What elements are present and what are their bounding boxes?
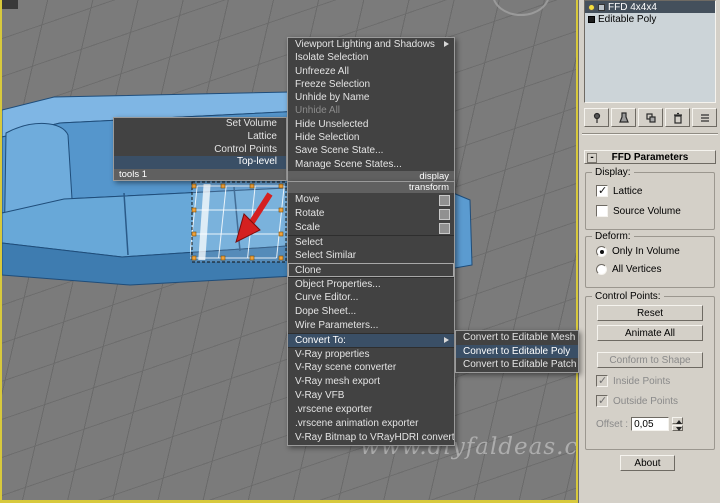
quad-menu-tools: Set Volume Lattice Control Points Top-level… bbox=[113, 117, 287, 181]
rollout-title: FFD Parameters bbox=[611, 152, 689, 163]
menu-item[interactable]: Select Similar bbox=[288, 249, 454, 263]
offset-input[interactable]: 0,05 bbox=[631, 417, 670, 431]
control-points-group: Control Points: Reset Animate All Confor… bbox=[585, 291, 715, 450]
checkbox-label: Outside Points bbox=[613, 395, 679, 407]
about-button[interactable]: About bbox=[620, 455, 675, 471]
checkbox-box-icon bbox=[596, 394, 608, 407]
modifier-icon bbox=[588, 15, 595, 23]
lattice-checkbox[interactable]: Lattice bbox=[596, 184, 643, 197]
menu-item[interactable]: Unfreeze All bbox=[288, 65, 454, 78]
animate-all-button[interactable]: Animate All bbox=[597, 325, 703, 341]
conform-to-shape-button[interactable]: Conform to Shape bbox=[597, 352, 703, 368]
pin-stack-button[interactable] bbox=[584, 108, 609, 127]
menu-item[interactable]: Control Points bbox=[114, 144, 286, 157]
modifier-label: Editable Poly bbox=[598, 13, 657, 25]
inside-points-checkbox[interactable]: Inside Points bbox=[596, 374, 671, 387]
bulb-icon bbox=[588, 3, 595, 11]
command-panel: FFD 4x4x4 Editable Poly - FFD Parameters… bbox=[578, 0, 720, 503]
group-label: Deform: bbox=[592, 231, 634, 242]
configure-modifier-sets-button[interactable] bbox=[692, 108, 717, 127]
remove-modifier-button[interactable] bbox=[665, 108, 690, 127]
offset-label: Offset : bbox=[596, 418, 629, 430]
quad-title-tools: tools 1 bbox=[114, 169, 286, 180]
all-vertices-radio[interactable]: All Vertices bbox=[596, 264, 661, 275]
outside-points-checkbox[interactable]: Outside Points bbox=[596, 394, 679, 407]
menu-item[interactable]: Curve Editor... bbox=[288, 291, 454, 305]
menu-item[interactable]: Hide Unselected bbox=[288, 118, 454, 131]
checkbox-box-icon bbox=[596, 184, 608, 197]
menu-item[interactable]: Viewport Lighting and Shadows bbox=[288, 38, 454, 51]
offset-row: Offset : 0,05 bbox=[596, 417, 684, 431]
menu-item[interactable]: V-Ray mesh export bbox=[288, 375, 454, 389]
submenu-item[interactable]: Convert to Editable Poly bbox=[456, 344, 578, 358]
radio-label: Only In Volume bbox=[612, 246, 680, 257]
radio-icon bbox=[596, 246, 607, 257]
radio-icon bbox=[596, 264, 607, 275]
menu-item[interactable]: V-Ray VFB bbox=[288, 389, 454, 403]
menu-item[interactable]: Convert To: bbox=[288, 332, 454, 347]
panel-separator bbox=[582, 133, 718, 135]
menu-item[interactable]: Freeze Selection bbox=[288, 78, 454, 91]
display-group: Display: Lattice Source Volume bbox=[585, 167, 715, 230]
make-unique-button[interactable] bbox=[638, 108, 663, 127]
modifier-stack-row[interactable]: FFD 4x4x4 bbox=[585, 1, 715, 13]
convert-to-submenu: Convert to Editable Mesh Convert to Edita… bbox=[455, 330, 579, 373]
quad-menu-transform: transform Move Rotate Scale Select Select Si… bbox=[287, 180, 455, 446]
menu-item[interactable]: Object Properties... bbox=[288, 276, 454, 291]
checkbox-label: Lattice bbox=[613, 185, 643, 197]
menu-item[interactable]: .vrscene animation exporter bbox=[288, 417, 454, 431]
checkbox-label: Inside Points bbox=[613, 375, 671, 387]
reset-button[interactable]: Reset bbox=[597, 305, 703, 321]
menu-item[interactable]: Save Scene State... bbox=[288, 144, 454, 157]
menu-item[interactable]: Set Volume bbox=[114, 118, 286, 131]
show-end-result-button[interactable] bbox=[611, 108, 636, 127]
modifier-stack-row[interactable]: Editable Poly bbox=[585, 13, 715, 25]
viewport-corner bbox=[2, 0, 18, 9]
checkbox-box-icon bbox=[596, 374, 608, 387]
modifier-icon bbox=[598, 3, 605, 11]
submenu-item[interactable]: Convert to Editable Mesh bbox=[456, 331, 578, 345]
ffd-parameters-rollout[interactable]: - FFD Parameters bbox=[584, 150, 716, 164]
submenu-item[interactable]: Convert to Editable Patch bbox=[456, 358, 578, 372]
modifier-label: FFD 4x4x4 bbox=[608, 1, 657, 13]
source-volume-checkbox[interactable]: Source Volume bbox=[596, 205, 681, 217]
menu-item[interactable]: V-Ray Bitmap to VRayHDRI converter bbox=[288, 431, 454, 445]
offset-spinner[interactable] bbox=[672, 417, 684, 431]
menu-item[interactable]: Isolate Selection bbox=[288, 51, 454, 64]
stack-toolbar bbox=[584, 108, 717, 127]
spin-down-icon[interactable] bbox=[672, 424, 684, 431]
menu-item[interactable]: Manage Scene States... bbox=[288, 158, 454, 171]
menu-item[interactable]: Hide Selection bbox=[288, 131, 454, 144]
menu-item[interactable]: Dope Sheet... bbox=[288, 305, 454, 319]
menu-item[interactable]: Clone bbox=[288, 262, 454, 277]
only-in-volume-radio[interactable]: Only In Volume bbox=[596, 246, 680, 257]
menu-item[interactable]: Rotate bbox=[288, 207, 454, 221]
deform-group: Deform: Only In Volume All Vertices bbox=[585, 231, 715, 288]
menu-item[interactable]: Select bbox=[288, 234, 454, 249]
ffd-lattice-gizmo[interactable] bbox=[190, 178, 294, 270]
menu-item[interactable]: V-Ray scene converter bbox=[288, 361, 454, 375]
menu-item[interactable]: Scale bbox=[288, 221, 454, 235]
menu-item[interactable]: Move bbox=[288, 193, 454, 207]
menu-item[interactable]: Unhide by Name bbox=[288, 91, 454, 104]
menu-item[interactable]: V-Ray properties bbox=[288, 346, 454, 361]
menu-item[interactable]: Unhide All bbox=[288, 104, 454, 117]
quad-title-transform: transform bbox=[288, 181, 454, 193]
spin-up-icon[interactable] bbox=[672, 417, 684, 424]
checkbox-label: Source Volume bbox=[613, 205, 681, 217]
menu-item[interactable]: Lattice bbox=[114, 131, 286, 144]
collapse-icon[interactable]: - bbox=[587, 152, 597, 163]
quad-menu-display: Viewport Lighting and Shadows Isolate Sel… bbox=[287, 37, 455, 183]
group-label: Control Points: bbox=[592, 291, 664, 302]
menu-item[interactable]: Wire Parameters... bbox=[288, 319, 454, 333]
menu-item[interactable]: .vrscene exporter bbox=[288, 403, 454, 417]
checkbox-box-icon bbox=[596, 205, 608, 217]
rotate-gizmo-arc bbox=[492, 0, 550, 16]
group-label: Display: bbox=[592, 167, 634, 178]
radio-label: All Vertices bbox=[612, 264, 662, 275]
menu-item[interactable]: Top-level bbox=[114, 156, 286, 169]
modifier-stack[interactable]: FFD 4x4x4 Editable Poly bbox=[584, 0, 716, 103]
